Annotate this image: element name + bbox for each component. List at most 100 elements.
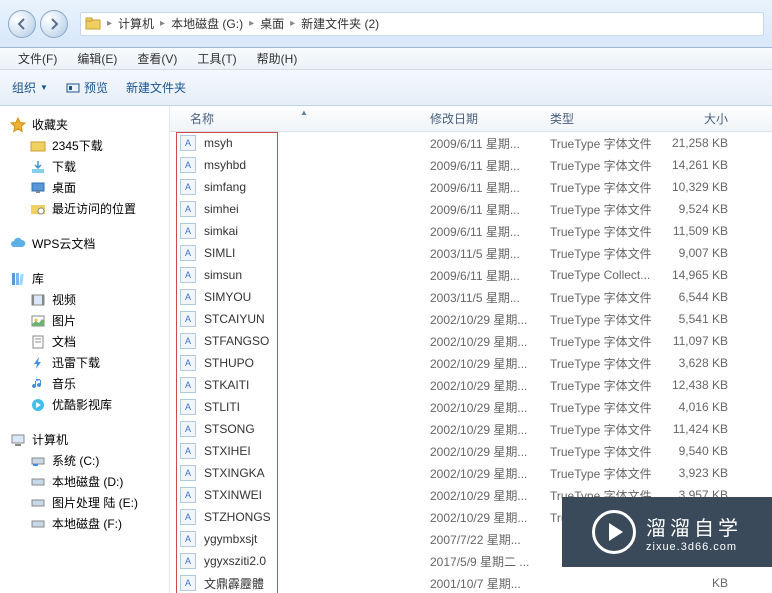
favorites-root[interactable]: 收藏夹 <box>6 114 163 135</box>
file-row[interactable]: ASTFANGSO2002/10/29 星期...TrueType 字体文件11… <box>170 330 772 352</box>
font-file-icon: A <box>180 509 196 525</box>
column-date[interactable]: 修改日期 <box>430 110 550 127</box>
preview-button[interactable]: 预览 <box>66 79 108 96</box>
file-row[interactable]: ASTSONG2002/10/29 星期...TrueType 字体文件11,4… <box>170 418 772 440</box>
column-size[interactable]: 大小 <box>668 110 748 127</box>
sidebar-item-label: 文档 <box>52 333 76 350</box>
library-root[interactable]: 库 <box>6 268 163 289</box>
file-row[interactable]: ASIMYOU2003/11/5 星期...TrueType 字体文件6,544… <box>170 286 772 308</box>
breadcrumb-segment[interactable]: 桌面 <box>256 15 288 32</box>
file-row[interactable]: ASIMLI2003/11/5 星期...TrueType 字体文件9,007 … <box>170 242 772 264</box>
file-name: SIMYOU <box>204 290 430 304</box>
file-row[interactable]: Asimfang2009/6/11 星期...TrueType 字体文件10,3… <box>170 176 772 198</box>
file-row[interactable]: Asimkai2009/6/11 星期...TrueType 字体文件11,50… <box>170 220 772 242</box>
font-file-icon: A <box>180 179 196 195</box>
font-file-icon: A <box>180 157 196 173</box>
column-type[interactable]: 类型 <box>550 110 668 127</box>
file-row[interactable]: Amsyh2009/6/11 星期...TrueType 字体文件21,258 … <box>170 132 772 154</box>
library-icon <box>10 271 26 287</box>
file-row[interactable]: ASTXIHEI2002/10/29 星期...TrueType 字体文件9,5… <box>170 440 772 462</box>
watermark-text: 溜溜自学 zixue.3d66.com <box>646 512 742 553</box>
file-type: TrueType 字体文件 <box>550 245 668 262</box>
file-row[interactable]: ASTHUPO2002/10/29 星期...TrueType 字体文件3,62… <box>170 352 772 374</box>
sidebar-item[interactable]: 本地磁盘 (D:) <box>6 471 163 492</box>
wps-root[interactable]: WPS云文档 <box>6 233 163 254</box>
folder-icon <box>30 138 46 154</box>
watermark-title: 溜溜自学 <box>646 512 742 541</box>
recent-icon <box>30 201 46 217</box>
file-date: 2009/6/11 星期... <box>430 135 550 152</box>
menu-edit[interactable]: 编辑(E) <box>67 50 127 67</box>
titlebar: ▸ 计算机 ▸ 本地磁盘 (G:) ▸ 桌面 ▸ 新建文件夹 (2) <box>0 0 772 48</box>
sidebar-item[interactable]: 迅雷下载 <box>6 352 163 373</box>
drive-icon <box>30 474 46 490</box>
sidebar-item[interactable]: 桌面 <box>6 177 163 198</box>
font-file-icon: A <box>180 135 196 151</box>
list-header: 名称 ▲ 修改日期 类型 大小 <box>170 106 772 132</box>
file-name: simfang <box>204 180 430 194</box>
chevron-down-icon: ▼ <box>40 83 48 92</box>
sidebar-item[interactable]: 音乐 <box>6 373 163 394</box>
font-file-icon: A <box>180 443 196 459</box>
wps-label: WPS云文档 <box>32 235 95 252</box>
favorites-label: 收藏夹 <box>32 116 68 133</box>
file-row[interactable]: ASTKAITI2002/10/29 星期...TrueType 字体文件12,… <box>170 374 772 396</box>
star-icon <box>10 117 26 133</box>
file-name: STXIHEI <box>204 444 430 458</box>
file-row[interactable]: Amsyhbd2009/6/11 星期...TrueType 字体文件14,26… <box>170 154 772 176</box>
sidebar-item[interactable]: 视频 <box>6 289 163 310</box>
font-file-icon: A <box>180 553 196 569</box>
breadcrumb-segment[interactable]: 新建文件夹 (2) <box>297 15 383 32</box>
file-size: 9,540 KB <box>668 444 748 458</box>
nav-forward-button[interactable] <box>40 10 68 38</box>
file-date: 2002/10/29 星期... <box>430 487 550 504</box>
menubar: 文件(F) 编辑(E) 查看(V) 工具(T) 帮助(H) <box>0 48 772 70</box>
sidebar-item[interactable]: 图片 <box>6 310 163 331</box>
sidebar-item[interactable]: 本地磁盘 (F:) <box>6 513 163 534</box>
sidebar-item[interactable]: 系统 (C:) <box>6 450 163 471</box>
file-name: STHUPO <box>204 356 430 370</box>
organize-button[interactable]: 组织 ▼ <box>12 79 48 96</box>
toolbar: 组织 ▼ 预览 新建文件夹 <box>0 70 772 106</box>
menu-tools[interactable]: 工具(T) <box>187 50 246 67</box>
file-date: 2009/6/11 星期... <box>430 157 550 174</box>
file-row[interactable]: ASTXINGKA2002/10/29 星期...TrueType 字体文件3,… <box>170 462 772 484</box>
file-row[interactable]: ASTCAIYUN2002/10/29 星期...TrueType 字体文件5,… <box>170 308 772 330</box>
sidebar-item[interactable]: 优酷影视库 <box>6 394 163 415</box>
sidebar-item[interactable]: 文档 <box>6 331 163 352</box>
chevron-right-icon: ▸ <box>158 18 167 29</box>
sidebar-item-label: 迅雷下载 <box>52 354 100 371</box>
sidebar-item-label: 下载 <box>52 158 76 175</box>
font-file-icon: A <box>180 311 196 327</box>
tree-library: 库 视频 图片 文档 迅雷下载 音乐 优酷影视库 <box>6 268 163 415</box>
sidebar-item[interactable]: 最近访问的位置 <box>6 198 163 219</box>
menu-view[interactable]: 查看(V) <box>127 50 187 67</box>
sidebar-item-label: 本地磁盘 (F:) <box>52 515 122 532</box>
font-file-icon: A <box>180 421 196 437</box>
nav-back-button[interactable] <box>8 10 36 38</box>
breadcrumb-segment[interactable]: 计算机 <box>114 15 158 32</box>
file-row[interactable]: Asimhei2009/6/11 星期...TrueType 字体文件9,524… <box>170 198 772 220</box>
file-date: 2002/10/29 星期... <box>430 333 550 350</box>
file-list-panel: 名称 ▲ 修改日期 类型 大小 Amsyh2009/6/11 星期...True… <box>170 106 772 593</box>
computer-root[interactable]: 计算机 <box>6 429 163 450</box>
folder-icon <box>85 16 101 32</box>
menu-file[interactable]: 文件(F) <box>8 50 67 67</box>
file-row[interactable]: Asimsun2009/6/11 星期...TrueType Collect..… <box>170 264 772 286</box>
font-file-icon: A <box>180 267 196 283</box>
sidebar-item-label: 图片处理 陆 (E:) <box>52 494 138 511</box>
file-row[interactable]: ASTLITI2002/10/29 星期...TrueType 字体文件4,01… <box>170 396 772 418</box>
sidebar-item[interactable]: 下载 <box>6 156 163 177</box>
file-size: 14,261 KB <box>668 158 748 172</box>
column-name[interactable]: 名称 ▲ <box>170 110 430 127</box>
file-row[interactable]: A文鼎霹靂體2001/10/7 星期...KB <box>170 572 772 593</box>
font-file-icon: A <box>180 289 196 305</box>
menu-help[interactable]: 帮助(H) <box>247 50 308 67</box>
sidebar-item[interactable]: 2345下载 <box>6 135 163 156</box>
sidebar-item[interactable]: 图片处理 陆 (E:) <box>6 492 163 513</box>
breadcrumb-segment[interactable]: 本地磁盘 (G:) <box>167 15 247 32</box>
new-folder-button[interactable]: 新建文件夹 <box>126 79 186 96</box>
breadcrumb[interactable]: ▸ 计算机 ▸ 本地磁盘 (G:) ▸ 桌面 ▸ 新建文件夹 (2) <box>80 12 764 36</box>
file-name: STZHONGS <box>204 510 430 524</box>
computer-label: 计算机 <box>32 431 68 448</box>
